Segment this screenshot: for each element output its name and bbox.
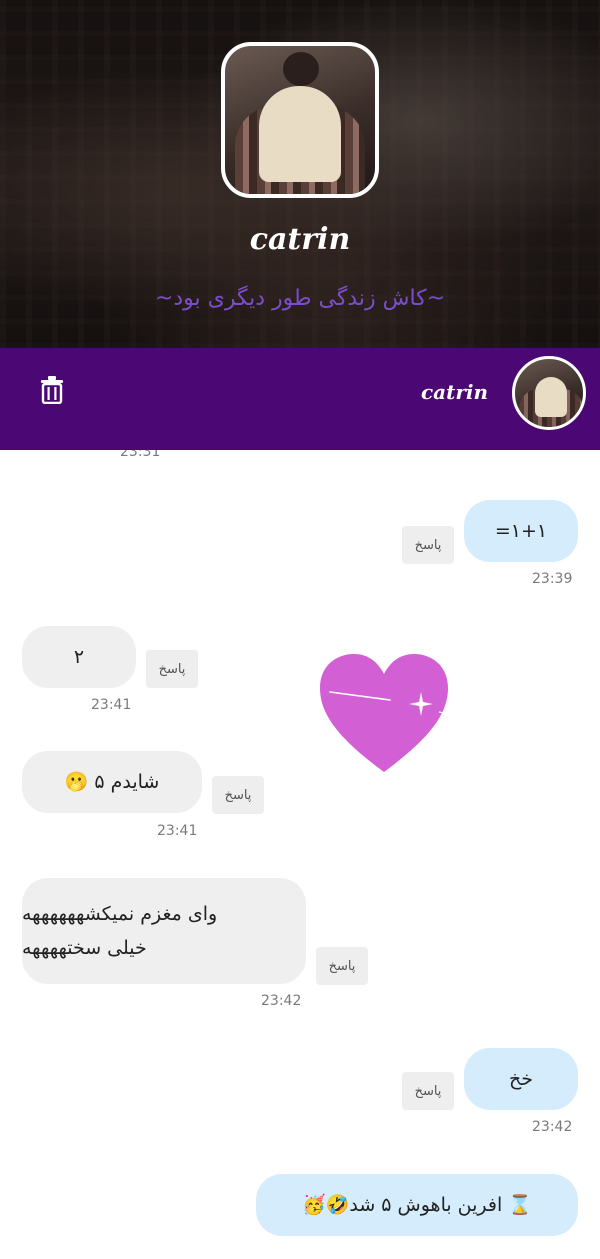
chat-contact-avatar[interactable]	[512, 356, 586, 430]
message-bubble-theirs[interactable]: شایدم ۵ 🫢	[22, 751, 202, 813]
message-line: وای مغزم نمیکشههههههه	[22, 903, 218, 925]
profile-avatar[interactable]	[221, 42, 379, 198]
profile-name: catrin	[249, 222, 351, 257]
message-time: 23:41	[91, 697, 132, 713]
message-bubble-theirs[interactable]: ۲	[22, 626, 136, 688]
trash-icon	[41, 376, 63, 404]
message-bubble-mine[interactable]: ⌛ افرین باهوش ۵ شد🤣🥳	[256, 1174, 578, 1236]
message-list[interactable]: 23:31 ۱+۱= پاسخ 23:39 ۲ پاسخ 23:41 شایدم…	[0, 450, 600, 1259]
profile-header: catrin ~کاش زندگی طور دیگری بود~	[0, 0, 600, 348]
message-bubble-theirs[interactable]: وای مغزم نمیکشههههههه خیلی سختههههه	[22, 878, 306, 984]
heart-sticker-icon	[320, 654, 448, 772]
delete-chat-button[interactable]	[36, 374, 68, 406]
reply-button[interactable]: پاسخ	[316, 947, 368, 985]
chat-header-bar: catrin	[0, 348, 600, 450]
reply-button[interactable]: پاسخ	[402, 526, 454, 564]
profile-bio: ~کاش زندگی طور دیگری بود~	[154, 286, 446, 311]
reply-button[interactable]: پاسخ	[402, 1072, 454, 1110]
reply-button[interactable]: پاسخ	[212, 776, 264, 814]
message-time: 23:42	[261, 993, 302, 1009]
message-bubble-mine[interactable]: ۱+۱=	[464, 500, 578, 562]
message-time: 23:39	[532, 571, 573, 587]
chat-contact-name[interactable]: catrin	[421, 380, 488, 404]
message-time: 23:31	[120, 450, 161, 460]
message-time: 23:41	[157, 823, 198, 839]
message-bubble-mine[interactable]: خخ	[464, 1048, 578, 1110]
message-line: خیلی سختههههه	[22, 937, 147, 959]
reply-button[interactable]: پاسخ	[146, 650, 198, 688]
message-time: 23:42	[532, 1119, 573, 1135]
